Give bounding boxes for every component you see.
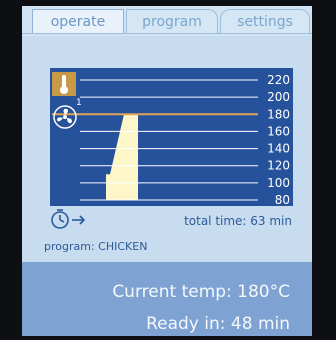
tab-bar: operate program settings [22, 6, 312, 36]
program-name: program: CHICKEN [44, 240, 148, 253]
current-temp: Current temp: 180°C [112, 282, 290, 302]
y-tick-220: 220 [267, 73, 290, 87]
heating-profile-area [106, 114, 138, 200]
y-tick-200: 200 [267, 90, 290, 104]
tab-settings[interactable]: settings [220, 9, 310, 33]
chart-svg: 220 200 180 160 140 120 100 80 [52, 73, 290, 206]
y-tick-100: 100 [267, 176, 290, 190]
temperature-chart: 220 200 180 160 140 120 100 80 1 [50, 68, 293, 206]
ready-in-time: Ready in: 48 min [146, 314, 290, 334]
y-tick-120: 120 [267, 159, 290, 173]
fan-icon [52, 104, 78, 130]
oven-display: operate program settings 220 200 180 160 140… [22, 6, 312, 336]
tab-divider [22, 33, 312, 34]
y-tick-180: 180 [267, 107, 290, 121]
y-tick-80: 80 [275, 193, 290, 206]
step-number: 1 [76, 98, 82, 108]
timer-icon [50, 208, 88, 232]
y-tick-140: 140 [267, 142, 290, 156]
status-panel: Current temp: 180°C Ready in: 48 min [22, 262, 312, 336]
thermometer-icon [52, 72, 76, 96]
tab-operate[interactable]: operate [32, 9, 124, 33]
total-time: total time: 63 min [184, 214, 292, 228]
y-tick-160: 160 [267, 124, 290, 138]
tab-program[interactable]: program [126, 9, 218, 33]
